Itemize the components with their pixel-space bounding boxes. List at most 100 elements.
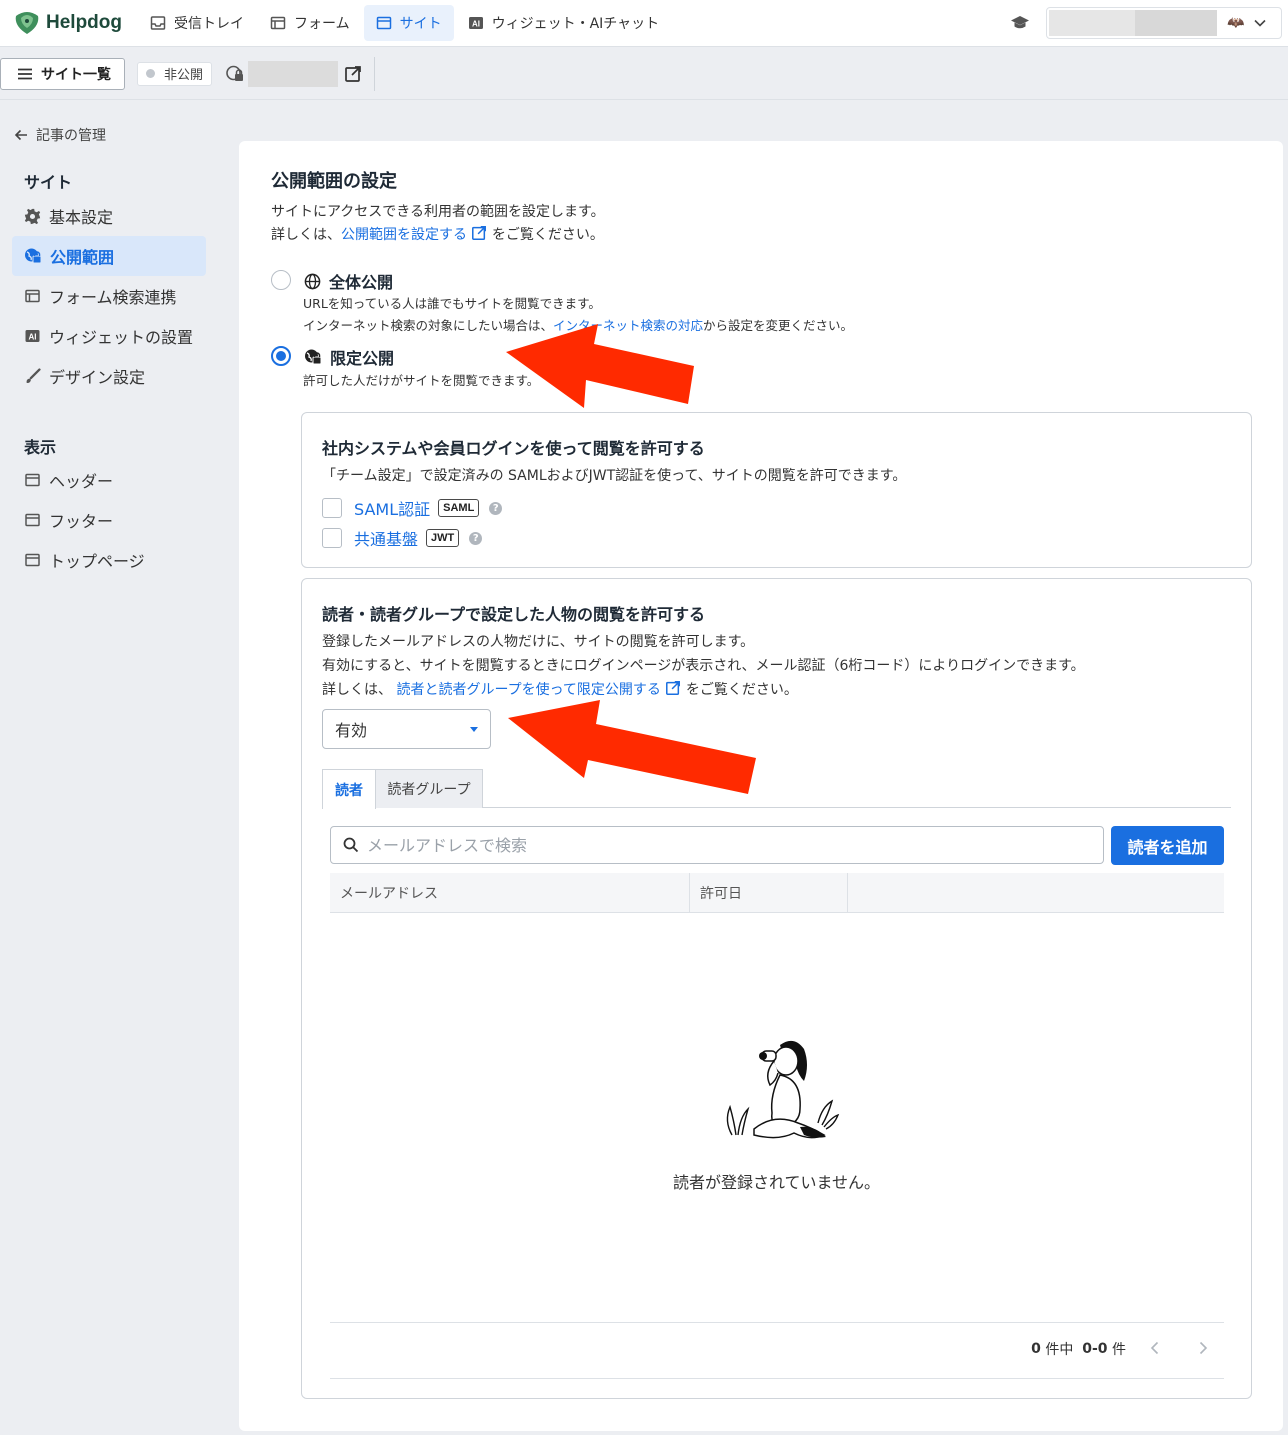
sidebar-item-form-search[interactable]: フォーム検索連携 xyxy=(12,276,206,316)
nav-widget-ai-label: ウィジェット・AIチャット xyxy=(491,16,660,32)
readers-tabs: 読者 読者グループ xyxy=(322,769,1231,809)
readers-table-header: メールアドレス 許可日 xyxy=(330,873,1224,913)
jwt-checkbox[interactable] xyxy=(322,528,342,548)
option-public-title[interactable]: 全体公開 xyxy=(304,269,393,293)
sidebar-item-visibility[interactable]: 公開範囲 xyxy=(12,236,206,276)
pager-mid-label: 件中 xyxy=(1045,1342,1074,1358)
sidebar-item-basic-settings[interactable]: 基本設定 xyxy=(12,196,206,236)
help-icon[interactable]: ? xyxy=(489,501,503,515)
site-icon xyxy=(376,16,391,30)
caret-down-icon xyxy=(470,727,478,732)
sidebar-item-footer[interactable]: フッター xyxy=(12,500,206,540)
saml-checkbox[interactable] xyxy=(322,498,342,518)
sidebar-item-label: ウィジェットの設置 xyxy=(49,328,194,347)
form-icon xyxy=(270,16,286,30)
site-list-button[interactable]: サイト一覧 xyxy=(0,57,125,90)
jwt-tag: JWT xyxy=(426,529,460,547)
nav-site[interactable]: サイト xyxy=(363,5,454,41)
sidebar-item-label: 公開範囲 xyxy=(50,248,115,267)
readers-enable-select[interactable]: 有効 xyxy=(322,709,491,749)
lock-globe-icon xyxy=(25,248,42,264)
nav-form[interactable]: フォーム xyxy=(258,5,362,41)
radio-public[interactable] xyxy=(271,270,291,290)
ai-icon: AI xyxy=(468,17,483,29)
help-link-visibility[interactable]: 公開範囲を設定する xyxy=(341,227,467,243)
hamburger-menu-icon xyxy=(18,68,32,79)
search-icon xyxy=(343,837,359,853)
saml-auth-link[interactable]: SAML認証 xyxy=(354,496,430,520)
sidebar-section-site: サイト xyxy=(24,173,73,192)
sidebar-item-widget[interactable]: AI ウィジェットの設置 xyxy=(12,316,206,356)
option-limited-title[interactable]: 限定公開 xyxy=(304,345,394,369)
sso-box-title: 社内システムや会員ログインを使って閲覧を許可する xyxy=(322,439,705,458)
option-limited-label: 限定公開 xyxy=(330,349,395,368)
description-line-1: サイトにアクセスできる利用者の範囲を設定します。 xyxy=(271,204,605,220)
brush-icon xyxy=(26,367,41,383)
account-switcher[interactable]: 🦇 xyxy=(1046,7,1282,39)
readers-desc-prefix: 詳しくは、 xyxy=(322,682,392,698)
external-link-icon[interactable] xyxy=(344,65,362,83)
radio-limited[interactable] xyxy=(271,346,291,366)
svg-text:AI: AI xyxy=(472,20,480,29)
annotation-arrow-limited xyxy=(506,324,694,408)
page-description: サイトにアクセスできる利用者の範囲を設定します。 詳しくは、公開範囲を設定する … xyxy=(271,201,605,247)
nav-inbox[interactable]: 受信トレイ xyxy=(138,5,256,41)
chevron-left-icon[interactable] xyxy=(1150,1341,1160,1355)
lock-globe-icon xyxy=(305,349,322,365)
site-name-redacted xyxy=(248,60,339,87)
form-icon xyxy=(25,289,40,303)
pagination-summary: 0 件中 0-0 件 xyxy=(1031,1339,1126,1359)
topbar-right: 🦇 xyxy=(1008,7,1282,39)
saml-tag: SAML xyxy=(438,499,480,517)
sidebar-item-label: デザイン設定 xyxy=(49,368,146,387)
annotation-arrow-select xyxy=(508,700,756,794)
status-label: 非公開 xyxy=(164,68,204,83)
description-prefix: 詳しくは、 xyxy=(271,227,341,243)
tab-readers[interactable]: 読者 xyxy=(322,769,376,809)
svg-text:AI: AI xyxy=(29,333,37,342)
sidebar-section-display: 表示 xyxy=(24,438,57,457)
external-link-icon[interactable] xyxy=(665,680,681,696)
readers-desc-line-2: 有効にすると、サイトを閲覧するときにログインページが表示され、メール認証（6桁コ… xyxy=(322,658,1085,674)
dog-logo-icon xyxy=(15,12,39,34)
helpdog-logo[interactable]: Helpdog xyxy=(12,10,122,36)
back-to-articles-link[interactable]: 記事の管理 xyxy=(14,125,106,145)
lock-globe-icon xyxy=(226,65,244,81)
help-icon[interactable]: ? xyxy=(469,531,483,545)
sidebar-item-header[interactable]: ヘッダー xyxy=(12,460,206,500)
ai-icon: AI xyxy=(25,330,40,342)
empty-state-illustration xyxy=(714,1031,840,1153)
readers-help-link[interactable]: 読者と読者グループを使って限定公開する xyxy=(396,682,660,698)
tab-reader-groups[interactable]: 読者グループ xyxy=(375,769,483,808)
sidebar-item-label: フォーム検索連携 xyxy=(49,288,177,307)
sidebar-item-top-page[interactable]: トップページ xyxy=(12,540,206,580)
reader-search-box xyxy=(330,826,1104,864)
bat-avatar-icon: 🦇 xyxy=(1227,15,1245,31)
readers-box-title: 読者・読者グループで設定した人物の閲覧を許可する xyxy=(322,605,706,624)
readers-desc-suffix: をご覧ください。 xyxy=(685,682,798,698)
sidebar-item-label: トップページ xyxy=(49,552,145,571)
nav-widget-ai[interactable]: AI ウィジェット・AIチャット xyxy=(456,5,672,41)
window-icon xyxy=(25,513,40,527)
status-dot xyxy=(146,69,155,78)
site-name xyxy=(226,60,362,87)
option-public-desc-line-1: URLを知っている人は誰でもサイトを閲覧できます。 xyxy=(303,296,601,311)
pager-total: 0 xyxy=(1031,1341,1041,1357)
chevron-right-icon[interactable] xyxy=(1198,1341,1208,1355)
visibility-settings-card: 公開範囲の設定 サイトにアクセスできる利用者の範囲を設定します。 詳しくは、公開… xyxy=(239,141,1283,1431)
status-badge: 非公開 xyxy=(137,61,213,86)
globe-icon xyxy=(304,273,321,289)
add-reader-button[interactable]: 読者を追加 xyxy=(1111,826,1224,865)
description-suffix: をご覧ください。 xyxy=(491,227,604,243)
sidebar-item-design[interactable]: デザイン設定 xyxy=(12,356,206,396)
jwt-auth-link[interactable]: 共通基盤 xyxy=(354,526,418,550)
sidebar-item-label: 基本設定 xyxy=(49,208,114,227)
arrow-left-icon xyxy=(14,129,27,141)
graduation-cap-icon[interactable] xyxy=(1008,11,1032,35)
external-link-icon[interactable] xyxy=(471,225,487,241)
search-input[interactable] xyxy=(367,835,1067,855)
empty-state-text: 読者が登録されていません。 xyxy=(672,1173,881,1192)
sso-auth-box: 社内システムや会員ログインを使って閲覧を許可する 「チーム設定」で設定済みの S… xyxy=(301,412,1252,568)
column-header-email[interactable]: メールアドレス xyxy=(330,873,690,913)
column-header-date[interactable]: 許可日 xyxy=(690,873,848,913)
